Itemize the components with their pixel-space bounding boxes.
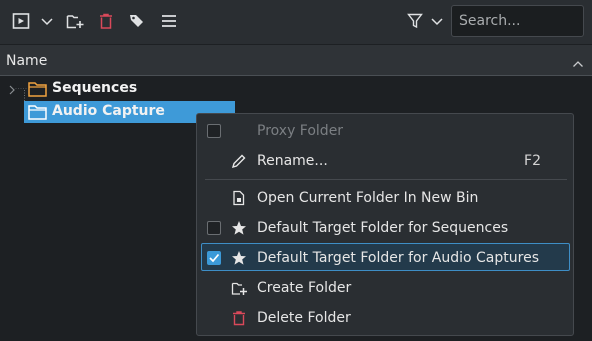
column-header[interactable]: Name — [0, 45, 592, 76]
delete-icon[interactable] — [95, 9, 117, 33]
menu-item-label: Default Target Folder for Sequences — [257, 220, 509, 236]
menu-item-create-folder[interactable]: Create Folder — [197, 273, 573, 303]
filter-icon[interactable] — [404, 9, 426, 33]
menu-item-default-target-audio-captures[interactable]: Default Target Folder for Audio Captures — [197, 243, 573, 273]
star-icon — [231, 220, 247, 236]
tree-row-label: Audio Capture — [52, 103, 165, 119]
sort-ascending-icon[interactable] — [572, 54, 584, 73]
column-header-name: Name — [6, 53, 48, 69]
tag-icon[interactable] — [126, 9, 148, 33]
trash-icon — [231, 310, 247, 326]
proxy-folder-checkbox[interactable] — [207, 124, 221, 138]
hamburger-menu-icon[interactable] — [158, 9, 180, 33]
default-audio-captures-checkbox[interactable] — [207, 251, 221, 265]
tree-row-label: Sequences — [52, 80, 138, 96]
pencil-icon — [231, 153, 247, 169]
menu-item-label: Default Target Folder for Audio Captures — [257, 250, 539, 266]
chevron-down-icon[interactable] — [36, 9, 58, 33]
menu-item-open-in-new-bin[interactable]: Open Current Folder In New Bin — [197, 183, 573, 213]
menu-item-shortcut: F2 — [524, 153, 541, 169]
open-in-bin-icon — [231, 190, 247, 206]
menu-item-label: Proxy Folder — [257, 123, 344, 139]
menu-item-label: Open Current Folder In New Bin — [257, 190, 479, 206]
folder-icon — [28, 103, 48, 125]
folder-icon — [28, 80, 48, 102]
menu-item-label: Create Folder — [257, 280, 352, 296]
search-placeholder: Search... — [459, 13, 521, 29]
menu-item-default-target-sequences[interactable]: Default Target Folder for Sequences — [197, 213, 573, 243]
tree-row-sequences[interactable]: Sequences — [0, 78, 592, 110]
menu-item-proxy-folder[interactable]: Proxy Folder — [197, 116, 573, 146]
menu-item-delete-folder[interactable]: Delete Folder — [197, 303, 573, 333]
new-folder-icon — [231, 280, 247, 296]
menu-separator — [205, 179, 567, 180]
play-clip-icon[interactable] — [10, 9, 32, 33]
context-menu: Proxy Folder Rename... F2 Open Current F… — [196, 113, 574, 336]
menu-item-rename[interactable]: Rename... F2 — [197, 146, 573, 176]
menu-item-label: Delete Folder — [257, 310, 351, 326]
chevron-down-icon[interactable] — [428, 9, 446, 33]
new-folder-icon[interactable] — [64, 9, 86, 33]
default-sequences-checkbox[interactable] — [207, 221, 221, 235]
star-icon — [231, 250, 247, 266]
menu-item-label: Rename... — [257, 153, 328, 169]
bin-toolbar: Search... — [0, 0, 592, 44]
search-input[interactable]: Search... — [451, 5, 584, 37]
